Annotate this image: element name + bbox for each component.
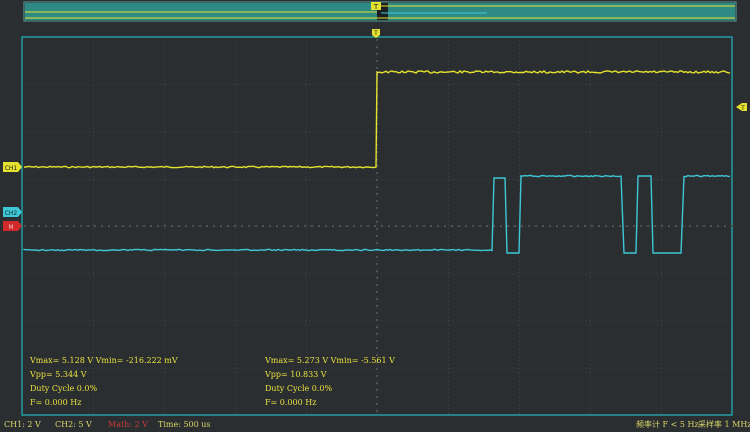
ch2-scale[interactable]: CH2: 5 V <box>55 420 92 430</box>
math-marker[interactable]: M <box>3 221 22 231</box>
oscilloscope-screen: T T CH1 CH2 M T <box>3 1 747 416</box>
ch1-duty-cycle: Duty Cycle 0.0% <box>30 384 98 393</box>
ch2-marker[interactable]: CH2 <box>3 207 22 217</box>
ch2-duty-cycle: Duty Cycle 0.0% <box>265 384 333 393</box>
svg-text:T: T <box>373 30 378 37</box>
sample-rate: 采样率 1 MHz <box>698 420 750 429</box>
ch2-vmax-vmin: Vmax= 5.273 V Vmin= -5.561 V <box>265 356 395 365</box>
trigger-level-marker[interactable]: T <box>736 103 747 112</box>
timebase[interactable]: Time: 500 us <box>158 420 211 430</box>
ch1-marker[interactable]: CH1 <box>3 162 22 172</box>
svg-text:CH1: CH1 <box>5 165 18 172</box>
ch1-scale[interactable]: CH1: 2 V <box>4 420 41 430</box>
ch2-frequency: F= 0.000 Hz <box>265 398 317 407</box>
svg-text:CH2: CH2 <box>5 210 18 217</box>
overview-trigger-marker: T <box>371 2 381 11</box>
ch1-frequency: F= 0.000 Hz <box>30 398 82 407</box>
svg-text:T: T <box>373 3 379 11</box>
svg-text:M: M <box>8 224 13 231</box>
svg-text:T: T <box>740 105 745 112</box>
ch1-vmax-vmin: Vmax= 5.128 V Vmin= -216.222 mV <box>30 356 178 365</box>
math-scale[interactable]: Math: 2 V <box>108 420 148 430</box>
ch1-vpp: Vpp= 5.344 V <box>30 370 87 379</box>
frequency-counter: 频率计 F < 5 Hz <box>636 420 699 429</box>
ch2-vpp: Vpp= 10.833 V <box>265 370 327 379</box>
